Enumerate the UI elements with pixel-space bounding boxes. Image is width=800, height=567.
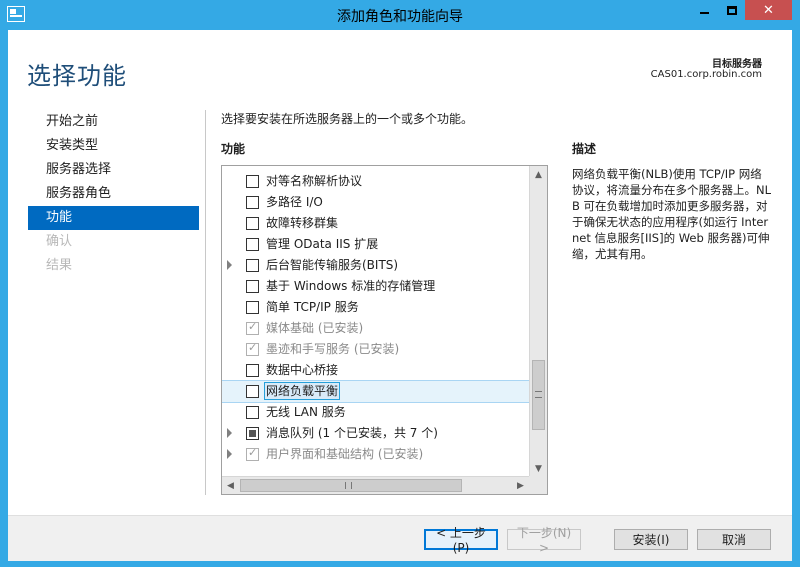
features-list: 对等名称解析协议 多路径 I/O 故障转移群集管理 OData IIS 扩展后台智能… [222,171,530,465]
feature-row[interactable]: 数据中心桥接 [222,360,529,381]
feature-row[interactable]: 多路径 I/O [222,192,529,213]
feature-checkbox[interactable] [246,385,259,398]
vertical-scroll-thumb[interactable] [532,360,545,430]
feature-label: 对等名称解析协议 [266,174,363,188]
page-title: 选择功能 [27,62,127,90]
feature-row[interactable]: 管理 OData IIS 扩展 [222,234,529,255]
scroll-up-icon[interactable]: ▲ [530,166,547,183]
feature-row[interactable]: 消息队列 (1 个已安装，共 7 个) [222,423,529,444]
feature-row[interactable]: 简单 TCP/IP 服务 [222,297,529,318]
minimize-button[interactable] [691,0,718,20]
feature-label: 媒体基础 (已安装) [266,321,364,335]
feature-checkbox[interactable] [246,259,259,272]
feature-row[interactable]: 网络负载平衡 [222,380,530,403]
feature-label: 基于 Windows 标准的存储管理 [266,279,436,293]
feature-label: 管理 OData IIS 扩展 [266,237,379,251]
nav-step-0[interactable]: 开始之前 [28,110,199,134]
wizard-step-nav: 开始之前 安装类型 服务器选择 服务器角色 功能确认结果 [28,110,199,278]
feature-checkbox[interactable] [246,301,259,314]
scroll-left-icon[interactable]: ◀ [222,477,239,494]
feature-label: 墨迹和手写服务 (已安装) [266,342,400,356]
description-text: 网络负载平衡(NLB)使用 TCP/IP 网络协议，将流量分布在多个服务器上。N… [572,167,772,261]
nav-divider [205,110,206,495]
feature-checkbox[interactable] [246,238,259,251]
feature-row[interactable]: 后台智能传输服务(BITS) [222,255,529,276]
feature-label: 用户界面和基础结构 (已安装) [266,447,424,461]
feature-checkbox[interactable] [246,406,259,419]
feature-checkbox[interactable] [246,196,259,209]
scroll-right-icon[interactable]: ▶ [512,477,529,494]
feature-label: 网络负载平衡 [264,382,341,400]
minimize-icon [700,12,709,14]
feature-label: 消息队列 (1 个已安装，共 7 个) [266,426,438,440]
scroll-down-icon[interactable]: ▼ [530,460,547,477]
horizontal-scroll-thumb[interactable] [240,479,462,492]
maximize-icon [726,5,737,15]
feature-checkbox[interactable] [246,217,259,230]
feature-checkbox[interactable] [246,341,259,356]
close-button[interactable]: ✕ [745,0,792,20]
grip-icon [535,391,542,398]
nav-step-5: 确认 [46,234,73,249]
feature-checkbox[interactable] [246,320,259,335]
feature-row[interactable]: 基于 Windows 标准的存储管理 [222,276,529,297]
feature-label: 无线 LAN 服务 [266,405,346,419]
install-button[interactable]: 安装(I) [614,529,688,550]
expand-arrow-icon[interactable] [227,260,232,270]
description-header: 描述 [572,142,597,156]
title-bar[interactable]: 添加角色和功能向导 ✕ [0,0,800,30]
wizard-window: 添加角色和功能向导 ✕ 选择功能 目标服务器 CAS01.corp.robin.… [0,0,800,567]
nav-step-3[interactable]: 服务器角色 [28,182,199,206]
feature-label: 故障转移群集 [266,216,339,230]
horizontal-scrollbar[interactable]: ◀ ▶ [222,476,547,494]
vertical-scrollbar[interactable]: ▲ ▼ [529,166,547,477]
instruction-text: 选择要安装在所选服务器上的一个或多个功能。 [221,112,474,126]
window-title: 添加角色和功能向导 [337,9,463,25]
nav-step-2[interactable]: 服务器选择 [28,158,199,182]
maximize-button[interactable] [718,0,745,20]
features-header: 功能 [221,142,246,156]
feature-row[interactable]: 无线 LAN 服务 [222,402,529,423]
feature-label: 数据中心桥接 [266,363,339,377]
expand-arrow-icon[interactable] [227,428,232,438]
cancel-button[interactable]: 取消 [697,529,771,550]
grip-icon [345,482,352,489]
scrollbar-corner [529,476,547,494]
nav-step-6: 结果 [46,258,73,273]
feature-label: 后台智能传输服务(BITS) [266,258,399,272]
feature-row[interactable]: 媒体基础 (已安装) [222,318,529,339]
features-tree[interactable]: 对等名称解析协议 多路径 I/O 故障转移群集管理 OData IIS 扩展后台智能… [221,165,548,495]
previous-button[interactable]: < 上一步(P) [424,526,498,555]
feature-checkbox[interactable] [246,446,259,461]
feature-row[interactable]: 故障转移群集 [222,213,529,234]
destination-server-name: CAS01.corp.robin.com [650,69,762,80]
feature-row[interactable]: 墨迹和手写服务 (已安装) [222,339,529,360]
feature-checkbox[interactable] [246,280,259,293]
expand-arrow-icon[interactable] [227,449,232,459]
wizard-footer: < 上一步(P) 下一步(N) > 安装(I) 取消 [8,515,792,561]
wizard-content: 选择功能 目标服务器 CAS01.corp.robin.com 开始之前 安装类型… [8,30,792,561]
feature-checkbox[interactable] [246,175,259,188]
feature-checkbox[interactable] [246,364,259,377]
nav-step-1[interactable]: 安装类型 [28,134,199,158]
feature-label: 多路径 I/O [266,195,323,209]
nav-step-4[interactable]: 功能 [28,206,199,230]
feature-row[interactable]: 对等名称解析协议 [222,171,529,192]
feature-checkbox[interactable] [246,427,259,440]
feature-label: 简单 TCP/IP 服务 [266,300,359,314]
next-button[interactable]: 下一步(N) > [507,526,581,555]
close-icon: ✕ [763,2,774,18]
destination-server-label: 目标服务器 [712,59,762,70]
feature-row[interactable]: 用户界面和基础结构 (已安装) [222,444,529,465]
